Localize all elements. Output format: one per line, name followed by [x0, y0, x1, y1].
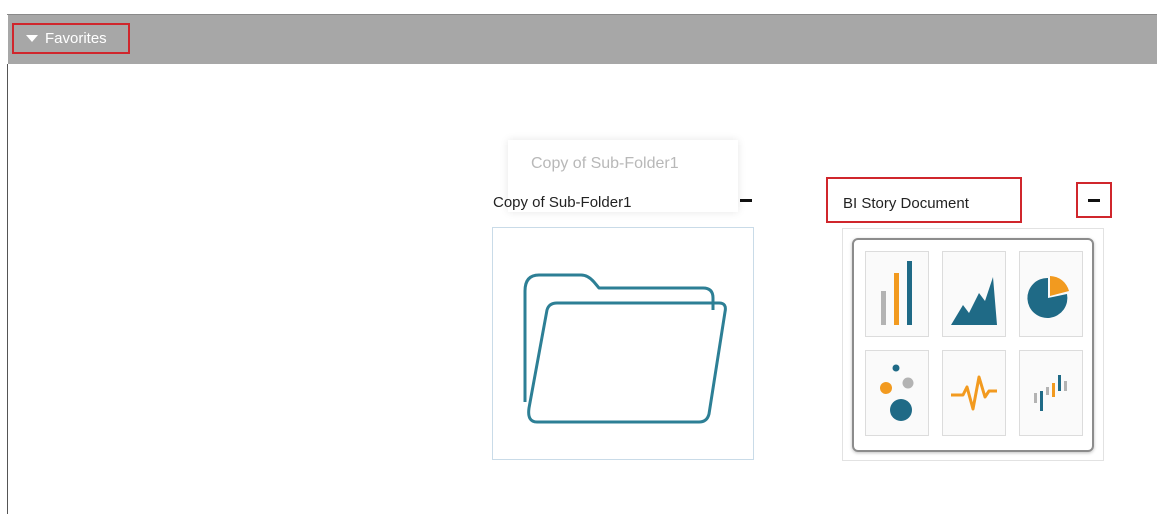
folder-icon	[523, 273, 727, 424]
remove-favorite-button[interactable]	[1076, 182, 1112, 218]
favorites-label: Favorites	[45, 30, 107, 47]
candlestick-chart-icon	[1019, 350, 1083, 436]
minus-icon	[1088, 198, 1100, 202]
favorites-toggle[interactable]: Favorites	[12, 23, 130, 54]
folder-card[interactable]	[492, 227, 754, 460]
pie-chart-icon	[1019, 251, 1083, 337]
left-rule	[7, 64, 8, 514]
minus-icon	[740, 198, 752, 202]
pulse-chart-icon	[942, 350, 1006, 436]
bubble-chart-icon	[865, 350, 929, 436]
drag-ghost-label: Copy of Sub-Folder1	[531, 155, 679, 172]
favorites-header: Favorites	[8, 15, 1157, 64]
area-chart-icon	[942, 251, 1006, 337]
bi-story-icon	[852, 238, 1094, 452]
caret-down-icon	[26, 35, 38, 42]
remove-favorite-button[interactable]	[728, 182, 764, 218]
folder-title: Copy of Sub-Folder1	[493, 194, 632, 211]
story-title: BI Story Document	[843, 195, 969, 212]
bi-story-card[interactable]	[842, 228, 1104, 461]
bar-chart-icon	[865, 251, 929, 337]
